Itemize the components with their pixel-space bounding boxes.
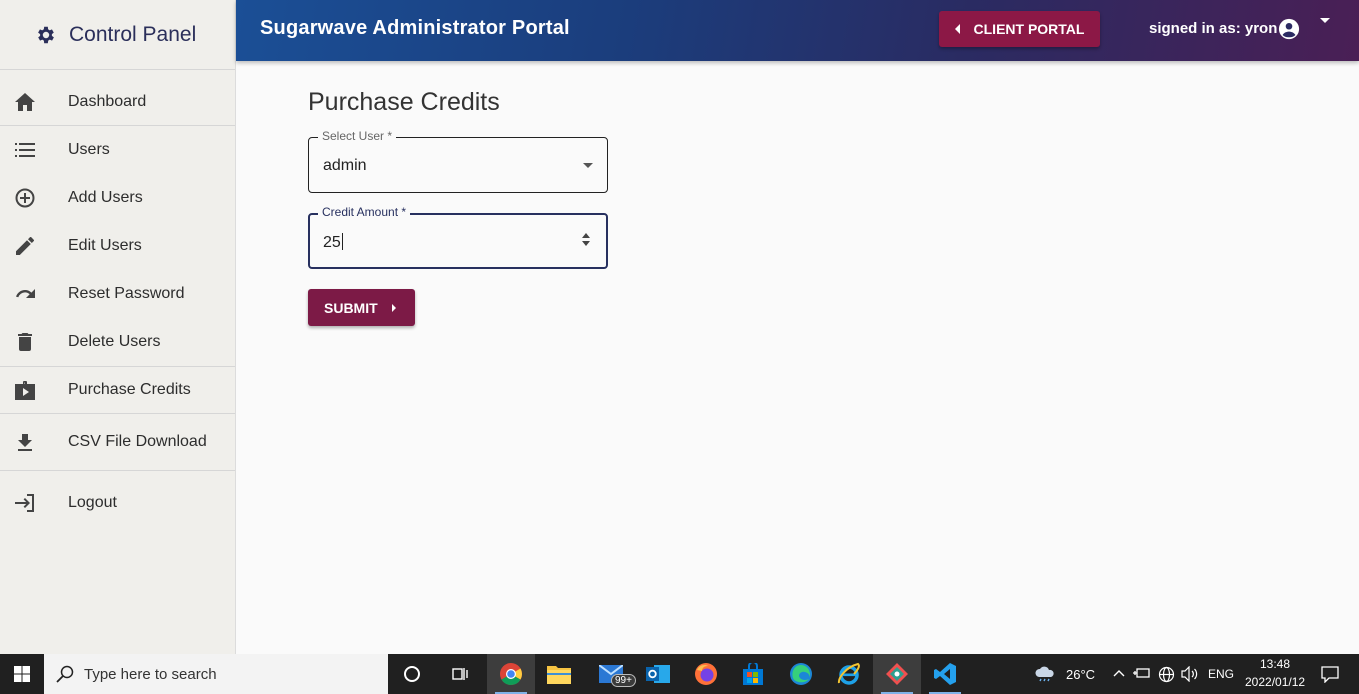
client-portal-label: CLIENT PORTAL bbox=[973, 21, 1085, 37]
spin-down-icon[interactable] bbox=[582, 241, 590, 246]
sidebar-item-label: Dashboard bbox=[68, 92, 147, 110]
search-icon bbox=[56, 665, 74, 683]
mail-icon[interactable]: 99+ bbox=[587, 654, 636, 694]
vscode-icon[interactable] bbox=[921, 654, 969, 694]
submit-button[interactable]: SUBMIT bbox=[308, 289, 415, 326]
sidebar-item-dashboard[interactable]: Dashboard bbox=[0, 78, 235, 126]
gear-icon bbox=[38, 26, 54, 43]
credit-amount-label: Credit Amount * bbox=[318, 205, 411, 219]
sidebar-item-delete-users[interactable]: Delete Users bbox=[0, 318, 235, 366]
firefox-icon[interactable] bbox=[682, 654, 730, 694]
briefcase-play-icon bbox=[14, 379, 36, 401]
mail-badge: 99+ bbox=[611, 674, 636, 687]
sidebar-title: Control Panel bbox=[69, 22, 197, 46]
text-cursor bbox=[341, 233, 343, 250]
chevron-up-icon[interactable] bbox=[1113, 669, 1125, 677]
credit-amount-value: 25 bbox=[323, 233, 343, 252]
list-icon bbox=[14, 139, 36, 161]
sidebar-item-label: Logout bbox=[68, 494, 117, 511]
cloud-rain-icon[interactable] bbox=[1034, 666, 1056, 682]
outlook-icon[interactable] bbox=[634, 654, 682, 694]
task-view-icon[interactable] bbox=[436, 654, 484, 694]
sidebar-item-edit-users[interactable]: Edit Users bbox=[0, 222, 235, 270]
add-circle-icon bbox=[14, 187, 36, 209]
sidebar-item-label: Users bbox=[68, 141, 110, 158]
submit-label: SUBMIT bbox=[324, 299, 378, 316]
battery-plug-icon[interactable] bbox=[1133, 667, 1151, 679]
select-user-value: admin bbox=[323, 157, 367, 174]
chevron-right-icon bbox=[391, 303, 396, 312]
chrome-taskbar-icon[interactable] bbox=[487, 654, 535, 694]
select-user-dropdown[interactable]: Select User * admin bbox=[308, 129, 608, 193]
redo-icon bbox=[14, 283, 36, 305]
notification-icon[interactable] bbox=[1321, 666, 1339, 683]
chevron-left-icon bbox=[954, 24, 960, 34]
download-icon bbox=[14, 431, 36, 453]
signed-in-label: signed in as: yron bbox=[1149, 20, 1278, 37]
number-spinner[interactable] bbox=[582, 233, 592, 251]
account-circle-icon[interactable] bbox=[1278, 18, 1300, 40]
sidebar-item-label: Purchase Credits bbox=[68, 381, 191, 398]
windows-logo-icon bbox=[14, 666, 30, 682]
internet-explorer-icon[interactable] bbox=[825, 654, 873, 694]
sidebar-item-label: Add Users bbox=[68, 189, 143, 206]
sidebar: Control Panel Dashboard Users Add Users … bbox=[0, 0, 236, 654]
clock-time[interactable]: 13:48 bbox=[1260, 657, 1290, 671]
logout-icon bbox=[14, 492, 36, 514]
globe-network-icon[interactable] bbox=[1158, 666, 1175, 683]
select-user-label: Select User * bbox=[318, 129, 397, 143]
credit-amount-input[interactable]: Credit Amount * 25 bbox=[308, 205, 608, 269]
edge-icon[interactable] bbox=[777, 654, 825, 694]
home-icon bbox=[14, 91, 36, 113]
sidebar-item-purchase-credits[interactable]: Purchase Credits bbox=[0, 366, 235, 414]
weather-temp[interactable]: 26°C bbox=[1066, 667, 1095, 682]
portal-title: Sugarwave Administrator Portal bbox=[260, 17, 570, 39]
start-button[interactable] bbox=[0, 654, 44, 694]
sidebar-item-csv-download[interactable]: CSV File Download bbox=[0, 414, 235, 471]
sidebar-header: Control Panel bbox=[0, 0, 235, 70]
credit-amount-text: 25 bbox=[323, 234, 341, 251]
client-portal-button[interactable]: CLIENT PORTAL bbox=[939, 11, 1100, 47]
sidebar-item-add-users[interactable]: Add Users bbox=[0, 174, 235, 222]
sidebar-item-reset-password[interactable]: Reset Password bbox=[0, 270, 235, 318]
pencil-icon bbox=[14, 235, 36, 257]
sidebar-item-logout[interactable]: Logout bbox=[0, 479, 235, 527]
windows-taskbar: Type here to search 99+ 26°C ENG 13:48 2… bbox=[0, 654, 1359, 694]
language-indicator[interactable]: ENG bbox=[1208, 667, 1234, 681]
git-client-icon[interactable] bbox=[873, 654, 921, 694]
sidebar-item-label: Delete Users bbox=[68, 333, 161, 350]
microsoft-store-icon[interactable] bbox=[729, 654, 777, 694]
taskbar-search-box[interactable]: Type here to search bbox=[44, 654, 388, 694]
cortana-icon[interactable] bbox=[388, 654, 436, 694]
clock-date[interactable]: 2022/01/12 bbox=[1245, 675, 1305, 689]
sidebar-item-label: Reset Password bbox=[68, 285, 185, 302]
trash-icon bbox=[14, 331, 36, 353]
account-menu-caret-icon[interactable] bbox=[1320, 18, 1330, 23]
search-placeholder: Type here to search bbox=[84, 665, 217, 683]
dropdown-arrow-icon bbox=[583, 163, 593, 168]
top-app-bar: Sugarwave Administrator Portal CLIENT PO… bbox=[236, 0, 1359, 61]
file-explorer-icon[interactable] bbox=[535, 654, 583, 694]
sidebar-item-users[interactable]: Users bbox=[0, 126, 235, 174]
sidebar-item-label: Edit Users bbox=[68, 237, 142, 254]
speaker-icon[interactable] bbox=[1181, 666, 1199, 682]
page-title: Purchase Credits bbox=[308, 88, 500, 116]
spin-up-icon[interactable] bbox=[582, 233, 590, 238]
sidebar-item-label: CSV File Download bbox=[68, 433, 207, 450]
